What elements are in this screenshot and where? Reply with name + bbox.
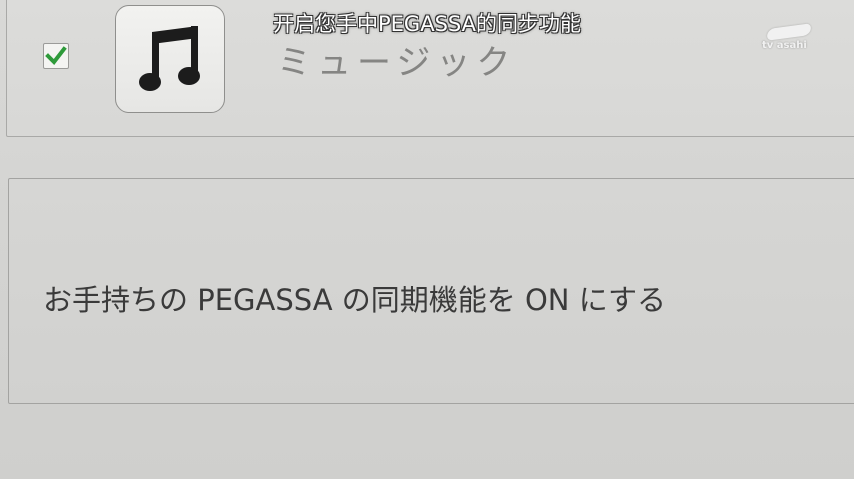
channel-logo-swoosh (766, 23, 812, 41)
channel-logo: tv asahi (762, 23, 818, 56)
checkmark-icon (45, 46, 67, 66)
channel-logo-text: tv asahi (762, 40, 807, 51)
sync-instruction-panel: お手持ちの PEGASSA の同期機能を ON にする (8, 178, 854, 404)
sync-item-label: ミュージック (277, 43, 517, 83)
device-screen: ミュージック お手持ちの PEGASSA の同期機能を ON にする 开启您手中… (0, 0, 854, 479)
broadcast-subtitle: 开启您手中PEGASSA的同步功能 (273, 12, 581, 36)
sync-instruction-text: お手持ちの PEGASSA の同期機能を ON にする (43, 283, 666, 317)
sync-checkbox[interactable] (43, 43, 69, 69)
